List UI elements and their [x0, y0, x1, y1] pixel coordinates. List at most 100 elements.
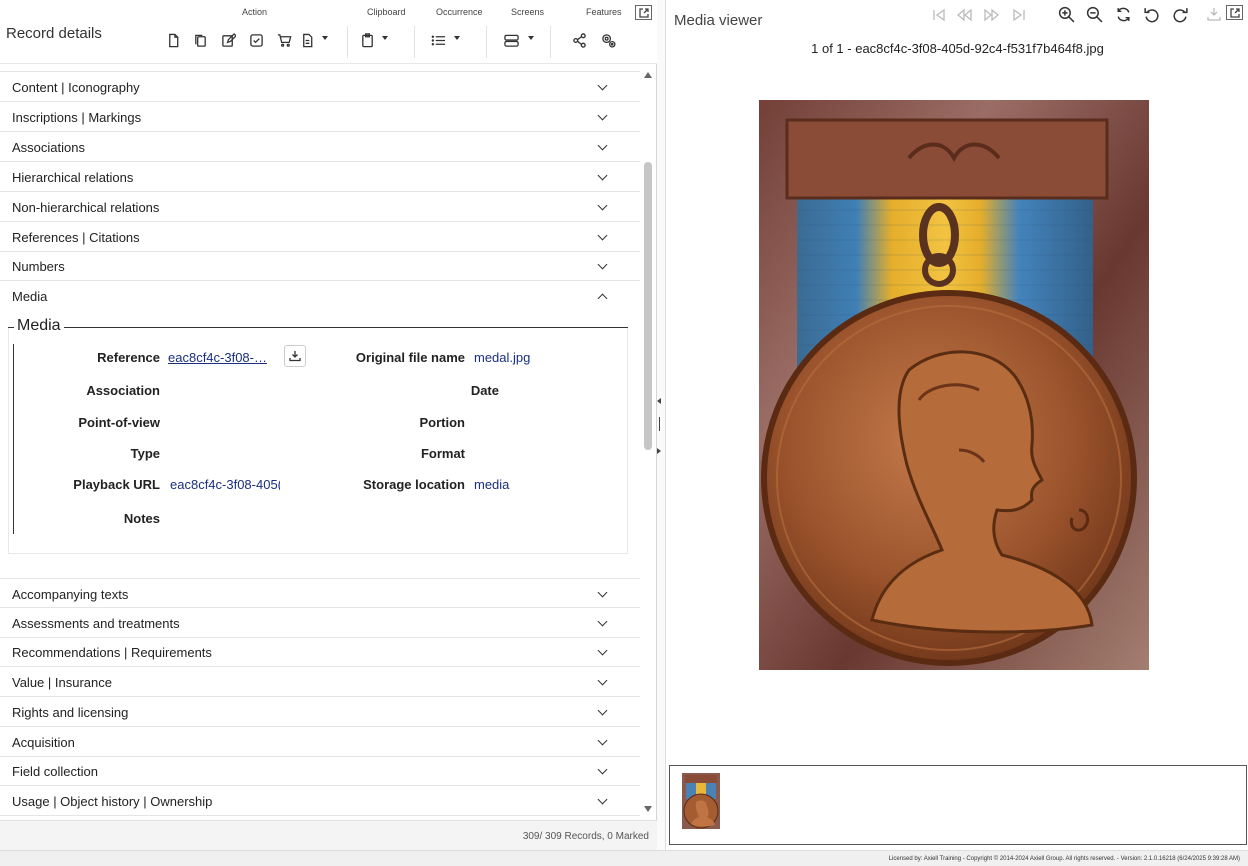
edit-record-icon[interactable] — [219, 31, 237, 49]
list-icon[interactable] — [429, 31, 447, 49]
rotate-left-icon[interactable] — [1143, 6, 1161, 24]
collapse-left-arrow-icon[interactable] — [657, 398, 661, 404]
section-associations[interactable]: Associations — [0, 132, 640, 162]
popout-record-details-icon[interactable] — [635, 5, 652, 20]
clipboard-dropdown-caret-icon[interactable] — [382, 36, 388, 40]
mark-record-icon[interactable] — [247, 31, 265, 49]
popout-media-viewer-icon[interactable] — [1226, 5, 1243, 20]
occurrence-dropdown-caret-icon[interactable] — [454, 36, 460, 40]
zoom-in-icon[interactable] — [1058, 6, 1076, 24]
new-record-icon[interactable] — [164, 31, 182, 49]
section-rights-licensing[interactable]: Rights and licensing — [0, 697, 640, 727]
section-label: Acquisition — [12, 735, 75, 750]
media-thumbnail-strip — [669, 765, 1247, 845]
chevron-down-icon — [597, 675, 608, 686]
section-hierarchical-relations[interactable]: Hierarchical relations — [0, 162, 640, 192]
section-usage-object-history-ownership[interactable]: Usage | Object history | Ownership — [0, 786, 640, 816]
section-label: Media — [12, 289, 48, 304]
scroll-down-arrow-icon[interactable] — [644, 806, 652, 812]
sections-scrollbar[interactable] — [641, 64, 656, 819]
toolbar-group-clipboard-label: Clipboard — [367, 7, 406, 17]
section-label: Value | Insurance — [12, 675, 112, 690]
chevron-down-icon — [597, 587, 608, 598]
clipboard-icon[interactable] — [358, 31, 376, 49]
rotate-right-icon[interactable] — [1172, 6, 1190, 24]
section-label: Accompanying texts — [12, 587, 129, 602]
section-acquisition[interactable]: Acquisition — [0, 727, 640, 757]
section-label: Field collection — [12, 764, 98, 779]
toolbar-group-features-label: Features — [586, 7, 622, 17]
portion-label: Portion — [419, 415, 466, 430]
splitter-handle[interactable] — [659, 417, 660, 431]
section-row-partial[interactable] — [0, 64, 640, 72]
chevron-down-icon — [597, 705, 608, 716]
record-details-title: Record details — [6, 25, 102, 42]
chevron-down-icon — [597, 794, 608, 805]
download-media-icon[interactable] — [1207, 7, 1223, 23]
previous-media-icon[interactable] — [956, 7, 974, 23]
chevron-down-icon — [597, 200, 608, 211]
media-fieldset-legend: Media — [14, 317, 64, 335]
toolbar-separator — [486, 26, 487, 58]
section-recommendations-requirements[interactable]: Recommendations | Requirements — [0, 637, 640, 667]
first-media-icon[interactable] — [931, 7, 949, 23]
point-of-view-label: Point-of-view — [78, 415, 160, 430]
download-reference-button[interactable] — [284, 345, 306, 367]
section-non-hierarchical-relations[interactable]: Non-hierarchical relations — [0, 192, 640, 222]
section-label: References | Citations — [12, 230, 140, 245]
section-accompanying-texts[interactable]: Accompanying texts — [0, 578, 640, 608]
screens-dropdown-caret-icon[interactable] — [528, 36, 534, 40]
copy-record-icon[interactable] — [191, 31, 209, 49]
section-assessments-treatments[interactable]: Assessments and treatments — [0, 608, 640, 638]
chevron-down-icon — [597, 170, 608, 181]
chevron-down-icon — [597, 764, 608, 775]
chevron-down-icon — [597, 80, 608, 91]
chevron-down-icon — [597, 230, 608, 241]
last-media-icon[interactable] — [1011, 7, 1029, 23]
section-content-iconography[interactable]: Content | Iconography — [0, 72, 640, 102]
record-status-bar: 309/ 309 Records, 0 Marked — [0, 820, 657, 850]
type-label: Type — [130, 446, 160, 461]
cart-icon[interactable] — [275, 31, 293, 49]
settings-gears-icon[interactable] — [599, 31, 617, 49]
original-file-name-value: medal.jpg — [474, 350, 531, 365]
scroll-up-arrow-icon[interactable] — [644, 72, 652, 78]
collapse-right-arrow-icon[interactable] — [657, 448, 661, 454]
section-value-insurance[interactable]: Value | Insurance — [0, 667, 640, 697]
report-icon[interactable] — [298, 31, 316, 49]
playback-url-label: Playback URL — [73, 477, 160, 492]
section-references-citations[interactable]: References | Citations — [0, 222, 640, 252]
storage-location-label: Storage location — [363, 477, 465, 492]
section-inscriptions-markings[interactable]: Inscriptions | Markings — [0, 102, 640, 132]
chevron-down-icon — [597, 616, 608, 627]
action-more-caret-icon[interactable] — [322, 36, 328, 40]
section-label: Inscriptions | Markings — [12, 110, 142, 125]
record-details-header: Record details Action Clipboard Occurren… — [0, 0, 657, 64]
zoom-out-icon[interactable] — [1086, 6, 1104, 24]
license-copyright-text: Licensed by: Axiell Training - Copyright… — [888, 856, 1240, 862]
playback-url-value[interactable]: eac8cf4c-3f08-405( — [170, 477, 280, 492]
share-icon[interactable] — [570, 31, 588, 49]
date-label: Date — [470, 383, 499, 398]
media-thumbnail[interactable] — [682, 773, 720, 829]
toolbar-group-screens-label: Screens — [511, 7, 545, 17]
media-viewer-panel: Media viewer 1 of 1 - eac8cf4c-3f08-405d… — [665, 0, 1248, 850]
record-details-panel: Record details Action Clipboard Occurren… — [0, 0, 657, 850]
reference-link[interactable]: eac8cf4c-3f08-… — [168, 350, 268, 365]
media-viewer-title: Media viewer — [674, 12, 763, 29]
section-field-collection[interactable]: Field collection — [0, 756, 640, 786]
section-media[interactable]: Media — [0, 281, 640, 311]
reset-view-icon[interactable] — [1115, 6, 1133, 24]
original-file-name-label: Original file name — [355, 350, 465, 365]
medal-image[interactable] — [759, 100, 1149, 670]
media-file-caption: 1 of 1 - eac8cf4c-3f08-405d-92c4-f531f7b… — [811, 41, 1104, 56]
section-numbers[interactable]: Numbers — [0, 251, 640, 281]
media-fieldset-top-line — [8, 327, 628, 328]
screens-layout-icon[interactable] — [502, 31, 520, 49]
next-media-icon[interactable] — [984, 7, 1002, 23]
chevron-down-icon — [597, 735, 608, 746]
scrollbar-thumb[interactable] — [644, 162, 652, 450]
toolbar-group-occurrence-label: Occurrence — [436, 7, 483, 17]
section-label: Non-hierarchical relations — [12, 200, 160, 215]
section-label: Content | Iconography — [12, 80, 140, 95]
